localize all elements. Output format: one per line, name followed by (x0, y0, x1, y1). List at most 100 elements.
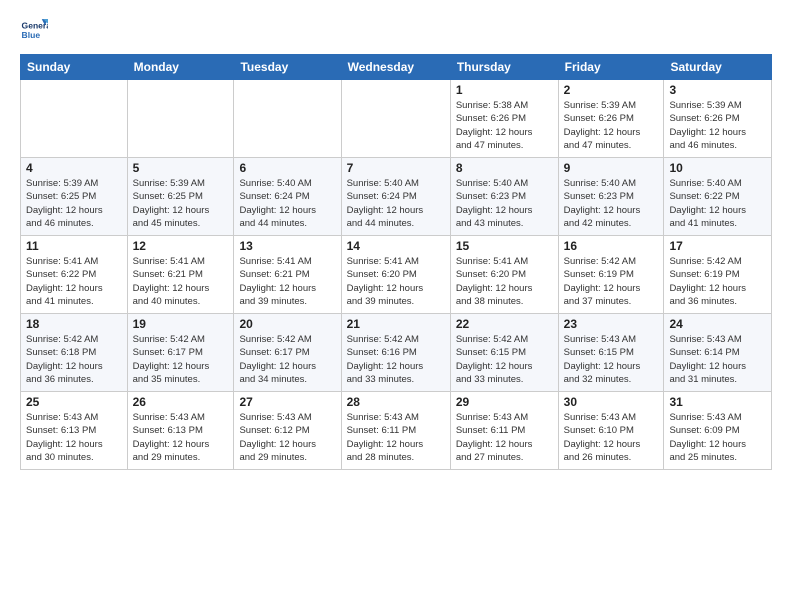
header-tuesday: Tuesday (234, 55, 341, 80)
header-saturday: Saturday (664, 55, 772, 80)
day-cell: 31Sunrise: 5:43 AM Sunset: 6:09 PM Dayli… (664, 392, 772, 470)
logo-icon: General Blue (20, 16, 48, 44)
day-number: 12 (133, 239, 229, 253)
day-cell: 27Sunrise: 5:43 AM Sunset: 6:12 PM Dayli… (234, 392, 341, 470)
day-number: 5 (133, 161, 229, 175)
day-cell: 30 Sunrise: 5:43 AM Sunset: 6:10 PM Dayli… (558, 392, 664, 470)
day-cell: 4 Sunrise: 5:39 AM Sunset: 6:25 PM Daylig… (21, 158, 128, 236)
day-number: 31 (669, 395, 766, 409)
day-cell: 18Sunrise: 5:42 AM Sunset: 6:18 PM Dayli… (21, 314, 128, 392)
day-number: 14 (347, 239, 445, 253)
day-cell (234, 80, 341, 158)
day-cell: 17 Sunrise: 5:42 AM Sunset: 6:19 PM Dayli… (664, 236, 772, 314)
day-number: 23 (564, 317, 659, 331)
day-info: Sunrise: 5:42 AM Sunset: 6:19 PM Dayligh… (669, 255, 766, 308)
day-number: 11 (26, 239, 122, 253)
day-cell: 20 Sunrise: 5:42 AM Sunset: 6:17 PM Dayli… (234, 314, 341, 392)
day-info: Sunrise: 5:40 AM Sunset: 6:22 PM Dayligh… (669, 177, 766, 230)
week-row-5: 25 Sunrise: 5:43 AM Sunset: 6:13 PM Dayli… (21, 392, 772, 470)
day-info: Sunrise: 5:39 AM Sunset: 6:25 PM Dayligh… (26, 177, 122, 230)
week-row-3: 11Sunrise: 5:41 AM Sunset: 6:22 PM Dayli… (21, 236, 772, 314)
day-number: 21 (347, 317, 445, 331)
day-cell: 7Sunrise: 5:40 AM Sunset: 6:24 PM Daylig… (341, 158, 450, 236)
logo: General Blue (20, 16, 50, 44)
day-cell: 16 Sunrise: 5:42 AM Sunset: 6:19 PM Dayli… (558, 236, 664, 314)
day-info: Sunrise: 5:43 AM Sunset: 6:15 PM Dayligh… (564, 333, 659, 386)
day-info: Sunrise: 5:43 AM Sunset: 6:13 PM Dayligh… (133, 411, 229, 464)
day-number: 25 (26, 395, 122, 409)
day-number: 10 (669, 161, 766, 175)
day-cell: 5 Sunrise: 5:39 AM Sunset: 6:25 PM Daylig… (127, 158, 234, 236)
day-info: Sunrise: 5:38 AM Sunset: 6:26 PM Dayligh… (456, 99, 553, 152)
day-cell: 26 Sunrise: 5:43 AM Sunset: 6:13 PM Dayli… (127, 392, 234, 470)
day-info: Sunrise: 5:43 AM Sunset: 6:14 PM Dayligh… (669, 333, 766, 386)
day-cell: 22 Sunrise: 5:42 AM Sunset: 6:15 PM Dayli… (450, 314, 558, 392)
week-row-2: 4 Sunrise: 5:39 AM Sunset: 6:25 PM Daylig… (21, 158, 772, 236)
header-monday: Monday (127, 55, 234, 80)
day-number: 29 (456, 395, 553, 409)
header-friday: Friday (558, 55, 664, 80)
day-number: 9 (564, 161, 659, 175)
day-cell: 29 Sunrise: 5:43 AM Sunset: 6:11 PM Dayli… (450, 392, 558, 470)
day-cell: 6 Sunrise: 5:40 AM Sunset: 6:24 PM Daylig… (234, 158, 341, 236)
day-number: 27 (239, 395, 335, 409)
day-info: Sunrise: 5:40 AM Sunset: 6:24 PM Dayligh… (239, 177, 335, 230)
day-number: 13 (239, 239, 335, 253)
day-cell: 24 Sunrise: 5:43 AM Sunset: 6:14 PM Dayli… (664, 314, 772, 392)
day-cell: 23 Sunrise: 5:43 AM Sunset: 6:15 PM Dayli… (558, 314, 664, 392)
day-cell: 8 Sunrise: 5:40 AM Sunset: 6:23 PM Daylig… (450, 158, 558, 236)
day-cell: 11Sunrise: 5:41 AM Sunset: 6:22 PM Dayli… (21, 236, 128, 314)
day-number: 3 (669, 83, 766, 97)
page: General Blue SundayMondayTuesdayWednesda… (0, 0, 792, 480)
header: General Blue (20, 16, 772, 44)
day-cell: 21 Sunrise: 5:42 AM Sunset: 6:16 PM Dayli… (341, 314, 450, 392)
day-cell (21, 80, 128, 158)
day-number: 4 (26, 161, 122, 175)
day-cell (127, 80, 234, 158)
day-info: Sunrise: 5:42 AM Sunset: 6:17 PM Dayligh… (133, 333, 229, 386)
day-info: Sunrise: 5:43 AM Sunset: 6:10 PM Dayligh… (564, 411, 659, 464)
day-cell (341, 80, 450, 158)
day-info: Sunrise: 5:43 AM Sunset: 6:11 PM Dayligh… (347, 411, 445, 464)
day-number: 26 (133, 395, 229, 409)
day-number: 18 (26, 317, 122, 331)
day-number: 6 (239, 161, 335, 175)
day-number: 2 (564, 83, 659, 97)
day-info: Sunrise: 5:39 AM Sunset: 6:25 PM Dayligh… (133, 177, 229, 230)
day-info: Sunrise: 5:41 AM Sunset: 6:20 PM Dayligh… (456, 255, 553, 308)
day-cell: 2Sunrise: 5:39 AM Sunset: 6:26 PM Daylig… (558, 80, 664, 158)
day-number: 28 (347, 395, 445, 409)
day-cell: 12Sunrise: 5:41 AM Sunset: 6:21 PM Dayli… (127, 236, 234, 314)
day-info: Sunrise: 5:42 AM Sunset: 6:15 PM Dayligh… (456, 333, 553, 386)
day-number: 24 (669, 317, 766, 331)
day-info: Sunrise: 5:43 AM Sunset: 6:11 PM Dayligh… (456, 411, 553, 464)
day-cell: 28 Sunrise: 5:43 AM Sunset: 6:11 PM Dayli… (341, 392, 450, 470)
day-number: 8 (456, 161, 553, 175)
day-number: 16 (564, 239, 659, 253)
day-info: Sunrise: 5:42 AM Sunset: 6:17 PM Dayligh… (239, 333, 335, 386)
day-info: Sunrise: 5:42 AM Sunset: 6:16 PM Dayligh… (347, 333, 445, 386)
day-number: 22 (456, 317, 553, 331)
day-info: Sunrise: 5:42 AM Sunset: 6:19 PM Dayligh… (564, 255, 659, 308)
day-cell: 14 Sunrise: 5:41 AM Sunset: 6:20 PM Dayli… (341, 236, 450, 314)
header-thursday: Thursday (450, 55, 558, 80)
day-info: Sunrise: 5:39 AM Sunset: 6:26 PM Dayligh… (669, 99, 766, 152)
day-info: Sunrise: 5:43 AM Sunset: 6:13 PM Dayligh… (26, 411, 122, 464)
header-row: SundayMondayTuesdayWednesdayThursdayFrid… (21, 55, 772, 80)
day-number: 30 (564, 395, 659, 409)
calendar-table: SundayMondayTuesdayWednesdayThursdayFrid… (20, 54, 772, 470)
day-cell: 19 Sunrise: 5:42 AM Sunset: 6:17 PM Dayli… (127, 314, 234, 392)
day-number: 20 (239, 317, 335, 331)
day-info: Sunrise: 5:41 AM Sunset: 6:20 PM Dayligh… (347, 255, 445, 308)
day-cell: 15 Sunrise: 5:41 AM Sunset: 6:20 PM Dayli… (450, 236, 558, 314)
day-number: 15 (456, 239, 553, 253)
day-info: Sunrise: 5:40 AM Sunset: 6:23 PM Dayligh… (456, 177, 553, 230)
day-cell: 10 Sunrise: 5:40 AM Sunset: 6:22 PM Dayli… (664, 158, 772, 236)
week-row-4: 18Sunrise: 5:42 AM Sunset: 6:18 PM Dayli… (21, 314, 772, 392)
day-number: 19 (133, 317, 229, 331)
day-cell: 9Sunrise: 5:40 AM Sunset: 6:23 PM Daylig… (558, 158, 664, 236)
day-number: 17 (669, 239, 766, 253)
day-number: 1 (456, 83, 553, 97)
svg-text:Blue: Blue (22, 30, 41, 40)
day-info: Sunrise: 5:41 AM Sunset: 6:21 PM Dayligh… (239, 255, 335, 308)
